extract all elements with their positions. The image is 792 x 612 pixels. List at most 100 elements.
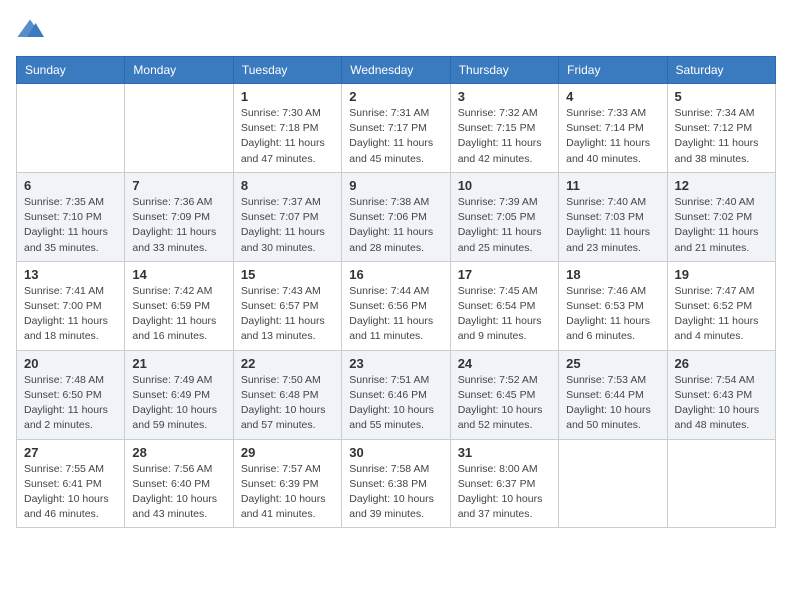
day-number: 26 xyxy=(675,356,768,371)
day-number: 23 xyxy=(349,356,442,371)
day-number: 25 xyxy=(566,356,659,371)
calendar-cell: 2Sunrise: 7:31 AM Sunset: 7:17 PM Daylig… xyxy=(342,84,450,173)
calendar-cell: 28 Sunrise: 7:56 AM Sunset: 6:40 PM Dayli… xyxy=(125,439,233,528)
calendar-cell: 14 Sunrise: 7:42 AM Sunset: 6:59 PM Dayli… xyxy=(125,261,233,350)
day-info: Sunrise: 7:45 AM Sunset: 6:54 PM Dayligh… xyxy=(458,284,551,345)
day-info: Sunrise: 7:56 AM Sunset: 6:40 PM Dayligh… xyxy=(132,462,225,523)
day-info: Sunrise: 7:52 AM Sunset: 6:45 PM Dayligh… xyxy=(458,373,551,434)
calendar-cell: 27 Sunrise: 7:55 AM Sunset: 6:41 PM Dayli… xyxy=(17,439,125,528)
day-info: Sunrise: 7:55 AM Sunset: 6:41 PM Dayligh… xyxy=(24,462,117,523)
page-header xyxy=(16,16,776,44)
day-number: 8 xyxy=(241,178,334,193)
day-number: 24 xyxy=(458,356,551,371)
day-number: 4 xyxy=(566,89,659,104)
calendar-cell xyxy=(125,84,233,173)
calendar-cell xyxy=(559,439,667,528)
day-info: Sunrise: 7:34 AM Sunset: 7:12 PM Dayligh… xyxy=(675,106,768,167)
calendar-cell: 3 Sunrise: 7:32 AM Sunset: 7:15 PM Daylig… xyxy=(450,84,558,173)
calendar-cell: 29 Sunrise: 7:57 AM Sunset: 6:39 PM Dayli… xyxy=(233,439,341,528)
col-header-wednesday: Wednesday xyxy=(342,57,450,84)
day-number: 1 xyxy=(241,89,334,104)
day-info: Sunrise: 7:40 AM Sunset: 7:03 PM Dayligh… xyxy=(566,195,659,256)
calendar-cell: 23Sunrise: 7:51 AM Sunset: 6:46 PM Dayli… xyxy=(342,350,450,439)
day-info: Sunrise: 7:39 AM Sunset: 7:05 PM Dayligh… xyxy=(458,195,551,256)
day-info: Sunrise: 7:57 AM Sunset: 6:39 PM Dayligh… xyxy=(241,462,334,523)
day-number: 30 xyxy=(349,445,442,460)
calendar-cell: 8Sunrise: 7:37 AM Sunset: 7:07 PM Daylig… xyxy=(233,172,341,261)
calendar-cell: 6Sunrise: 7:35 AM Sunset: 7:10 PM Daylig… xyxy=(17,172,125,261)
calendar-cell: 10 Sunrise: 7:39 AM Sunset: 7:05 PM Dayli… xyxy=(450,172,558,261)
day-info: Sunrise: 8:00 AM Sunset: 6:37 PM Dayligh… xyxy=(458,462,551,523)
day-number: 16 xyxy=(349,267,442,282)
day-number: 3 xyxy=(458,89,551,104)
logo xyxy=(16,16,48,44)
day-info: Sunrise: 7:48 AM Sunset: 6:50 PM Dayligh… xyxy=(24,373,117,434)
col-header-thursday: Thursday xyxy=(450,57,558,84)
day-number: 20 xyxy=(24,356,117,371)
calendar-week-row: 6Sunrise: 7:35 AM Sunset: 7:10 PM Daylig… xyxy=(17,172,776,261)
calendar-cell: 26 Sunrise: 7:54 AM Sunset: 6:43 PM Dayli… xyxy=(667,350,775,439)
logo-icon xyxy=(16,16,44,44)
col-header-friday: Friday xyxy=(559,57,667,84)
day-info: Sunrise: 7:47 AM Sunset: 6:52 PM Dayligh… xyxy=(675,284,768,345)
day-info: Sunrise: 7:42 AM Sunset: 6:59 PM Dayligh… xyxy=(132,284,225,345)
calendar-cell: 31 Sunrise: 8:00 AM Sunset: 6:37 PM Dayli… xyxy=(450,439,558,528)
day-info: Sunrise: 7:41 AM Sunset: 7:00 PM Dayligh… xyxy=(24,284,117,345)
calendar-week-row: 27 Sunrise: 7:55 AM Sunset: 6:41 PM Dayli… xyxy=(17,439,776,528)
day-number: 18 xyxy=(566,267,659,282)
calendar-cell: 9Sunrise: 7:38 AM Sunset: 7:06 PM Daylig… xyxy=(342,172,450,261)
day-info: Sunrise: 7:40 AM Sunset: 7:02 PM Dayligh… xyxy=(675,195,768,256)
day-number: 2 xyxy=(349,89,442,104)
day-number: 9 xyxy=(349,178,442,193)
calendar-cell: 21Sunrise: 7:49 AM Sunset: 6:49 PM Dayli… xyxy=(125,350,233,439)
calendar-cell: 15Sunrise: 7:43 AM Sunset: 6:57 PM Dayli… xyxy=(233,261,341,350)
calendar-cell: 19 Sunrise: 7:47 AM Sunset: 6:52 PM Dayli… xyxy=(667,261,775,350)
day-number: 19 xyxy=(675,267,768,282)
day-number: 31 xyxy=(458,445,551,460)
col-header-tuesday: Tuesday xyxy=(233,57,341,84)
calendar-cell: 4 Sunrise: 7:33 AM Sunset: 7:14 PM Daylig… xyxy=(559,84,667,173)
day-info: Sunrise: 7:46 AM Sunset: 6:53 PM Dayligh… xyxy=(566,284,659,345)
day-info: Sunrise: 7:50 AM Sunset: 6:48 PM Dayligh… xyxy=(241,373,334,434)
day-info: Sunrise: 7:30 AM Sunset: 7:18 PM Dayligh… xyxy=(241,106,334,167)
calendar-cell: 16 Sunrise: 7:44 AM Sunset: 6:56 PM Dayli… xyxy=(342,261,450,350)
calendar-week-row: 20 Sunrise: 7:48 AM Sunset: 6:50 PM Dayli… xyxy=(17,350,776,439)
calendar-cell xyxy=(17,84,125,173)
day-number: 11 xyxy=(566,178,659,193)
day-info: Sunrise: 7:33 AM Sunset: 7:14 PM Dayligh… xyxy=(566,106,659,167)
calendar-cell: 5 Sunrise: 7:34 AM Sunset: 7:12 PM Daylig… xyxy=(667,84,775,173)
day-number: 29 xyxy=(241,445,334,460)
day-info: Sunrise: 7:32 AM Sunset: 7:15 PM Dayligh… xyxy=(458,106,551,167)
day-number: 10 xyxy=(458,178,551,193)
day-number: 5 xyxy=(675,89,768,104)
calendar-cell: 12Sunrise: 7:40 AM Sunset: 7:02 PM Dayli… xyxy=(667,172,775,261)
day-info: Sunrise: 7:44 AM Sunset: 6:56 PM Dayligh… xyxy=(349,284,442,345)
col-header-sunday: Sunday xyxy=(17,57,125,84)
calendar-cell: 18 Sunrise: 7:46 AM Sunset: 6:53 PM Dayli… xyxy=(559,261,667,350)
calendar-cell: 7 Sunrise: 7:36 AM Sunset: 7:09 PM Daylig… xyxy=(125,172,233,261)
day-info: Sunrise: 7:53 AM Sunset: 6:44 PM Dayligh… xyxy=(566,373,659,434)
day-number: 28 xyxy=(132,445,225,460)
day-info: Sunrise: 7:54 AM Sunset: 6:43 PM Dayligh… xyxy=(675,373,768,434)
day-number: 22 xyxy=(241,356,334,371)
calendar-cell: 20 Sunrise: 7:48 AM Sunset: 6:50 PM Dayli… xyxy=(17,350,125,439)
calendar-cell: 13 Sunrise: 7:41 AM Sunset: 7:00 PM Dayli… xyxy=(17,261,125,350)
calendar-header-row: SundayMondayTuesdayWednesdayThursdayFrid… xyxy=(17,57,776,84)
calendar-cell: 11 Sunrise: 7:40 AM Sunset: 7:03 PM Dayli… xyxy=(559,172,667,261)
day-info: Sunrise: 7:58 AM Sunset: 6:38 PM Dayligh… xyxy=(349,462,442,523)
calendar-week-row: 1 Sunrise: 7:30 AM Sunset: 7:18 PM Daylig… xyxy=(17,84,776,173)
day-number: 15 xyxy=(241,267,334,282)
day-number: 6 xyxy=(24,178,117,193)
calendar-week-row: 13 Sunrise: 7:41 AM Sunset: 7:00 PM Dayli… xyxy=(17,261,776,350)
day-number: 27 xyxy=(24,445,117,460)
calendar-cell xyxy=(667,439,775,528)
day-info: Sunrise: 7:49 AM Sunset: 6:49 PM Dayligh… xyxy=(132,373,225,434)
day-number: 14 xyxy=(132,267,225,282)
day-number: 7 xyxy=(132,178,225,193)
day-number: 13 xyxy=(24,267,117,282)
calendar-table: SundayMondayTuesdayWednesdayThursdayFrid… xyxy=(16,56,776,528)
calendar-cell: 22 Sunrise: 7:50 AM Sunset: 6:48 PM Dayli… xyxy=(233,350,341,439)
col-header-monday: Monday xyxy=(125,57,233,84)
day-info: Sunrise: 7:36 AM Sunset: 7:09 PM Dayligh… xyxy=(132,195,225,256)
calendar-cell: 30 Sunrise: 7:58 AM Sunset: 6:38 PM Dayli… xyxy=(342,439,450,528)
